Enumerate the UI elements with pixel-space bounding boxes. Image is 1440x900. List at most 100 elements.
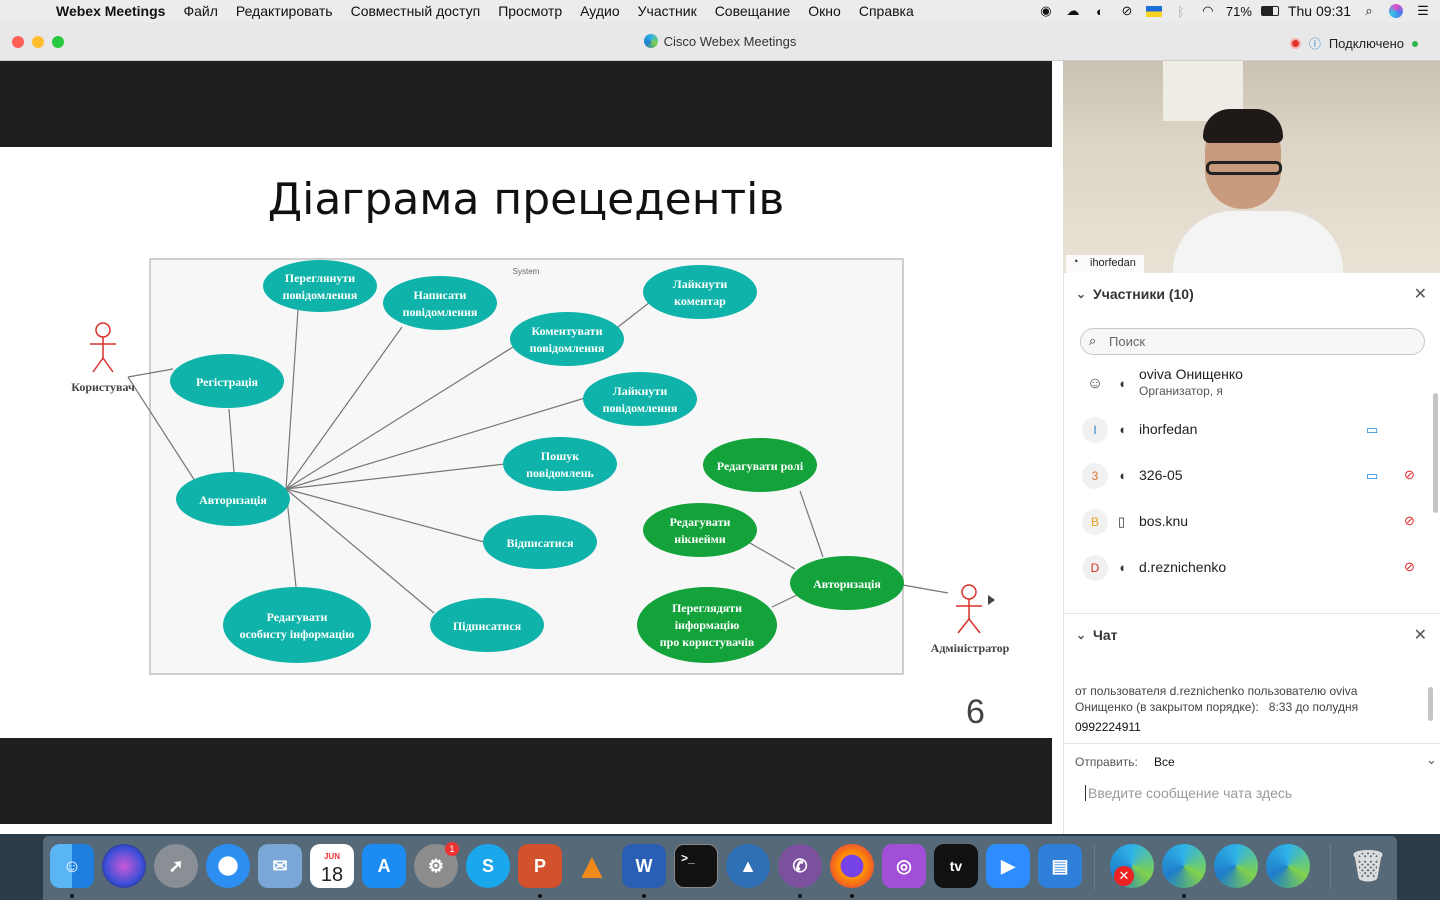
menu-participant[interactable]: Участник [629, 3, 706, 19]
menu-view[interactable]: Просмотр [489, 3, 571, 19]
chat-scrollbar[interactable] [1428, 687, 1433, 721]
chat-message-text[interactable]: 0992224911 [1075, 720, 1141, 734]
menu-window[interactable]: Окно [799, 3, 850, 19]
webex-icon[interactable] [1214, 844, 1258, 888]
chat-compose-input[interactable]: Введите сообщение чата здесь [1085, 785, 1292, 801]
vlc-icon[interactable]: ▲ [570, 844, 614, 888]
svg-text:Редагувати: Редагувати [267, 610, 328, 624]
webex-logo-icon [643, 34, 658, 48]
participant-video[interactable]: ◔ ihorfedan [1063, 61, 1440, 273]
participant-row[interactable]: 3 ◖ 326-05 ▭ ⊘ [1064, 453, 1424, 499]
trash-icon[interactable]: 🗑 [1346, 844, 1390, 888]
close-participants-icon[interactable]: ✕ [1414, 284, 1427, 304]
chat-header[interactable]: ⌄ Чат ✕ [1064, 613, 1440, 653]
usecase-comment-messages: Коментувати повідомлення [510, 312, 624, 366]
skype-icon[interactable]: S [466, 844, 510, 888]
usecase-edit-personal: Редагувати особисту інформацію [223, 587, 371, 663]
webex-status-icon[interactable]: ⊘ [1118, 3, 1136, 19]
clock[interactable]: Thu 09:31 [1288, 3, 1351, 19]
calendar-day: 18 [320, 864, 344, 886]
control-center-icon[interactable]: ☰ [1414, 3, 1432, 19]
word-icon[interactable]: W [622, 844, 666, 888]
calendar-icon[interactable]: JUN 18 [310, 844, 354, 888]
app-store-icon[interactable]: A [362, 844, 406, 888]
chevron-down-icon[interactable]: ⌄ [1426, 752, 1437, 768]
menu-meeting[interactable]: Совещание [706, 3, 800, 19]
participant-row[interactable]: I ◖ ihorfedan ▭ [1064, 407, 1424, 453]
bluetooth-icon[interactable]: ᛒ [1172, 3, 1190, 19]
chat-message-time: 8:33 до полудня [1268, 700, 1359, 714]
chat-message-meta: от пользователя d.reznichenko пользовате… [1075, 683, 1415, 715]
muted-mic-icon[interactable]: ⊘ [1404, 467, 1415, 483]
participant-row[interactable]: ☺ ◖ oviva Онищенко Организатор, я [1064, 361, 1424, 407]
apple-tv-icon[interactable]: tv [934, 844, 978, 888]
powerpoint-icon[interactable]: P [518, 844, 562, 888]
info-icon[interactable]: ⓘ [1309, 35, 1321, 52]
spotlight-search-icon[interactable]: ⌕ [1360, 3, 1378, 19]
finder-icon[interactable]: ☺ [50, 844, 94, 888]
video-person-hair [1203, 109, 1283, 143]
safari-icon[interactable]: ✧ [206, 844, 250, 888]
video-name-text: ihorfedan [1090, 257, 1136, 269]
running-indicator [70, 894, 74, 898]
menu-edit[interactable]: Редактировать [227, 3, 342, 19]
window-title-text: Cisco Webex Meetings [663, 34, 797, 49]
close-chat-icon[interactable]: ✕ [1414, 625, 1427, 645]
wifi-icon[interactable]: ◠ [1199, 3, 1217, 19]
news-icon[interactable]: ▤ [1038, 844, 1082, 888]
podcasts-icon[interactable]: ◎ [882, 844, 926, 888]
terminal-icon[interactable]: >_ [674, 844, 718, 888]
muted-mic-icon[interactable]: ⊘ [1404, 513, 1415, 529]
chevron-down-icon[interactable]: ⌄ [1076, 628, 1086, 642]
launchpad-icon[interactable]: ➚ [154, 844, 198, 888]
participant-list[interactable]: ☺ ◖ oviva Онищенко Организатор, я I ◖ ih… [1064, 361, 1440, 611]
usecase-admin-authorization: Авторизація [790, 556, 904, 610]
participant-row[interactable]: B ▯ bos.knu ⊘ [1064, 499, 1424, 545]
muted-mic-icon[interactable]: ⊘ [1404, 559, 1415, 575]
search-placeholder: Поиск [1109, 334, 1146, 349]
participant-search-input[interactable]: ⌕ Поиск [1080, 328, 1425, 355]
webex-icon[interactable] [1162, 844, 1206, 888]
viber-icon[interactable]: ✆ [778, 844, 822, 888]
running-indicator [850, 894, 854, 898]
viber-status-icon[interactable]: ◉ [1037, 3, 1055, 19]
participants-header[interactable]: ⌄ Участники (10) ✕ [1064, 273, 1440, 313]
svg-text:особисту інформацію: особисту інформацію [240, 627, 355, 641]
cloud-icon[interactable]: ☁ [1064, 3, 1082, 19]
svg-text:Авторизація: Авторизація [813, 577, 881, 591]
participant-row[interactable]: D ◖ d.reznichenko ⊘ [1064, 545, 1424, 591]
menu-app-name[interactable]: Webex Meetings [56, 3, 174, 19]
menu-file[interactable]: Файл [174, 3, 226, 19]
user-avatar-icon: ☺ [1082, 371, 1108, 397]
connection-status-text: Подключено [1328, 36, 1404, 51]
zoom-icon[interactable]: ▶ [986, 844, 1030, 888]
siri-icon[interactable] [102, 844, 146, 888]
shazam-icon[interactable]: ◐ [1091, 3, 1109, 19]
participant-name: ihorfedan [1139, 421, 1198, 437]
svg-text:повідомлень: повідомлень [526, 466, 594, 480]
chevron-down-icon[interactable]: ⌄ [1076, 287, 1086, 301]
participant-list-scrollbar[interactable] [1433, 393, 1438, 513]
svg-text:Редагувати: Редагувати [670, 515, 731, 529]
preview-icon[interactable]: ✉ [258, 844, 302, 888]
flag-icon[interactable] [1145, 3, 1163, 19]
siri-menu-icon[interactable] [1387, 3, 1405, 19]
dock: ☺ ➚ ✧ ✉ JUN 18 A ⚙ 1 S P ▲ W >_ ▲ ✆ ◎ tv… [43, 836, 1397, 900]
video-camera-icon[interactable]: ▭ [1366, 468, 1378, 484]
recording-icon[interactable] [1289, 38, 1301, 49]
send-to-select[interactable]: Все [1154, 755, 1175, 769]
avatar: I [1082, 417, 1108, 443]
video-person-glasses [1206, 161, 1282, 175]
firefox-icon[interactable] [830, 844, 874, 888]
connected-indicator-icon [1412, 40, 1418, 47]
shared-content-area[interactable]: System Користувач Адміністратор Переглян… [0, 61, 1052, 824]
webex-icon[interactable] [1266, 844, 1310, 888]
svg-text:про користувачів: про користувачів [660, 635, 755, 649]
menu-help[interactable]: Справка [850, 3, 923, 19]
video-camera-icon[interactable]: ▭ [1366, 422, 1378, 438]
battery-icon[interactable] [1260, 3, 1279, 19]
vpn-icon[interactable]: ▲ [726, 844, 770, 888]
usecase-edit-roles: Редагувати ролі [703, 438, 817, 492]
menu-share[interactable]: Совместный доступ [342, 3, 490, 19]
menu-audio[interactable]: Аудио [571, 3, 629, 19]
